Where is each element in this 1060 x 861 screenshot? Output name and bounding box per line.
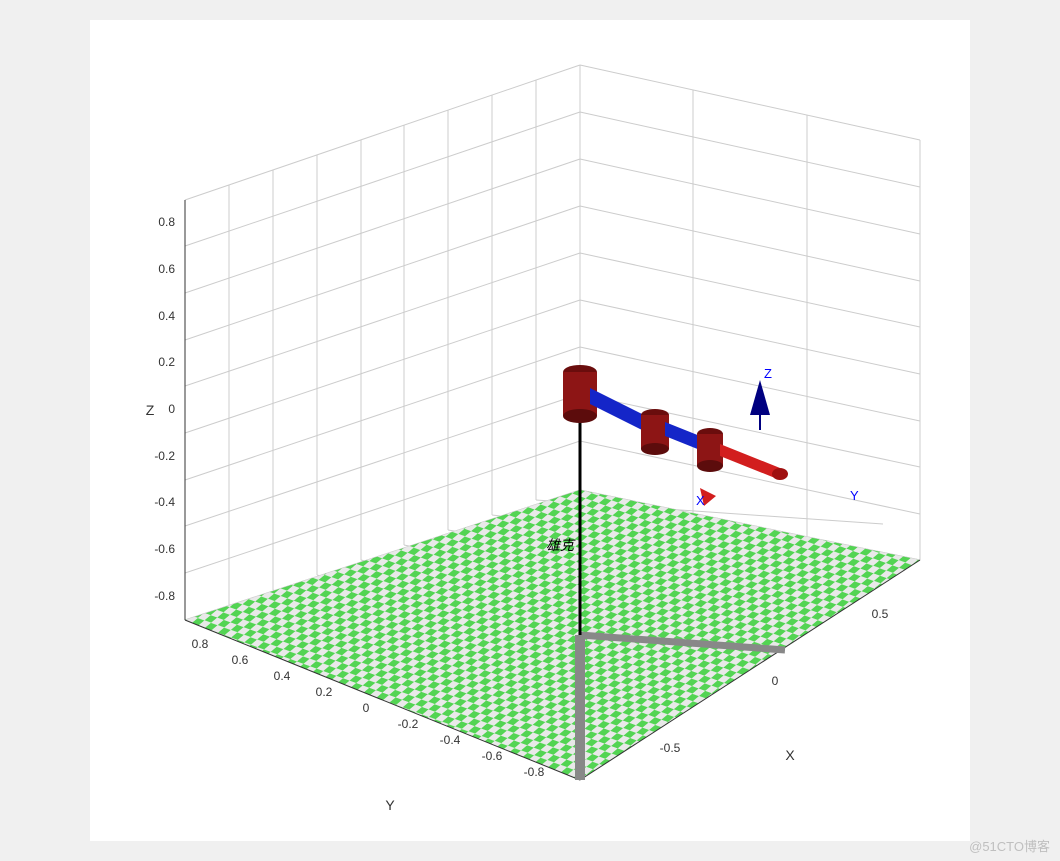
watermark: @51CTO博客: [969, 836, 1050, 855]
frame-x-label: X: [696, 493, 705, 508]
svg-text:-0.6: -0.6: [154, 542, 175, 556]
back-right-wall: [580, 65, 920, 560]
svg-text:0.4: 0.4: [274, 669, 291, 683]
svg-text:-0.6: -0.6: [482, 749, 503, 763]
svg-text:-0.2: -0.2: [154, 449, 175, 463]
x-axis-label: X: [785, 747, 795, 763]
svg-text:-0.2: -0.2: [398, 717, 419, 731]
figure-window: 0.8 0.6 0.4 0.2 0 -0.2 -0.4 -0.6 -0.8 Z …: [90, 20, 970, 841]
svg-text:0.6: 0.6: [158, 262, 175, 276]
svg-text:-0.8: -0.8: [154, 589, 175, 603]
axes-3d[interactable]: 0.8 0.6 0.4 0.2 0 -0.2 -0.4 -0.6 -0.8 Z …: [90, 20, 970, 841]
svg-text:0: 0: [363, 701, 370, 715]
y-axis-label: Y: [385, 797, 395, 813]
svg-text:-0.5: -0.5: [660, 741, 681, 755]
frame-y-label: Y: [850, 488, 859, 503]
frame-z-label: Z: [764, 366, 772, 381]
z-ticks: 0.8 0.6 0.4 0.2 0 -0.2 -0.4 -0.6 -0.8: [154, 215, 175, 603]
z-axis-label: Z: [146, 402, 155, 418]
svg-text:0.8: 0.8: [158, 215, 175, 229]
svg-text:0.2: 0.2: [158, 355, 175, 369]
svg-text:0.6: 0.6: [232, 653, 249, 667]
svg-text:-0.8: -0.8: [524, 765, 545, 779]
robot-name-label: 雄克: [546, 537, 576, 553]
svg-text:0.8: 0.8: [192, 637, 209, 651]
svg-text:0.4: 0.4: [158, 309, 175, 323]
svg-text:-0.4: -0.4: [154, 495, 175, 509]
svg-text:0: 0: [168, 402, 175, 416]
svg-text:0.5: 0.5: [872, 607, 889, 621]
svg-text:-0.4: -0.4: [440, 733, 461, 747]
svg-text:0.2: 0.2: [316, 685, 333, 699]
svg-text:0: 0: [772, 674, 779, 688]
